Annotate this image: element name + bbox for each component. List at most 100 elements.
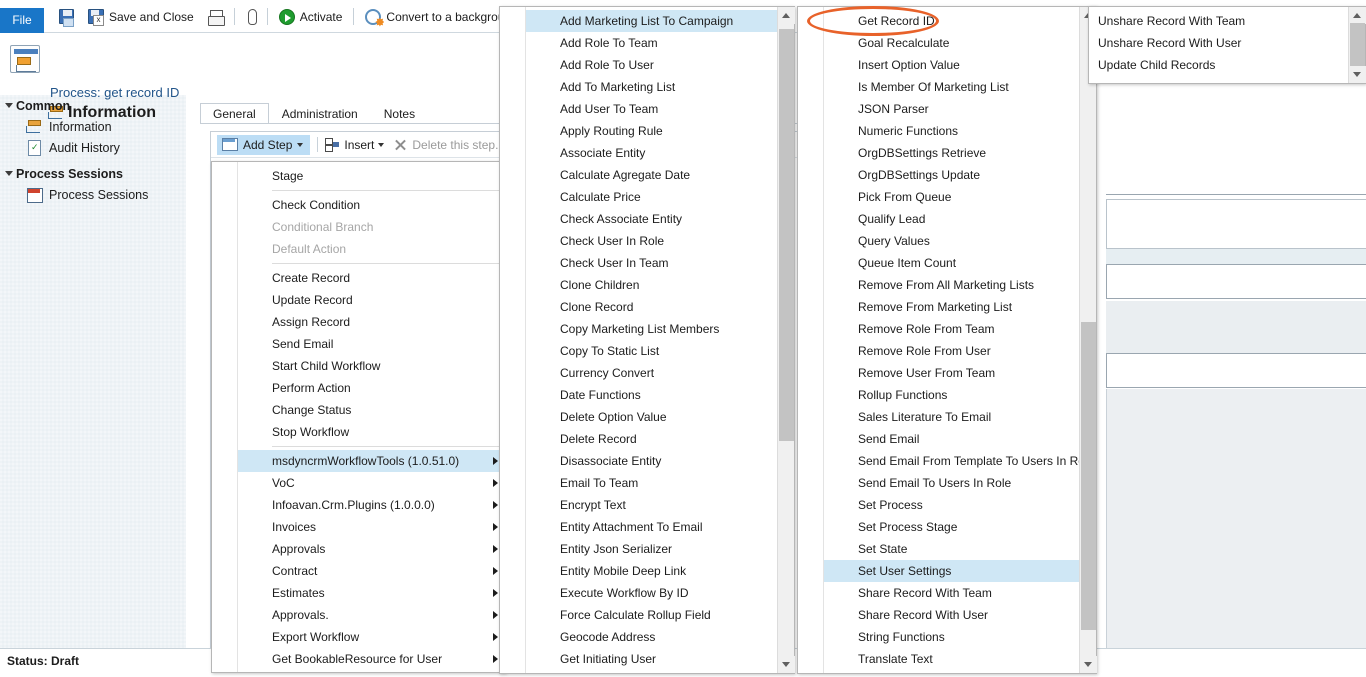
menu-item[interactable]: Currency Convert bbox=[526, 362, 779, 384]
workflow-tools-submenu-column-1[interactable]: Add Marketing List To Campaign Add Role T… bbox=[499, 6, 795, 674]
menu-item[interactable]: Create Record bbox=[238, 267, 507, 289]
menu-item[interactable]: Unshare Record With User bbox=[1089, 32, 1350, 54]
menu-item[interactable]: Apply Routing Rule bbox=[526, 120, 779, 142]
scroll-thumb[interactable] bbox=[1081, 322, 1096, 630]
menu-item[interactable]: Check User In Team bbox=[526, 252, 779, 274]
sidebar-item-process-sessions[interactable]: Process Sessions bbox=[0, 184, 186, 205]
menu-item[interactable]: Geocode Address bbox=[526, 626, 779, 648]
menu-item[interactable]: Set User Settings bbox=[824, 560, 1081, 582]
scroll-up-icon[interactable] bbox=[1349, 7, 1366, 24]
menu-item[interactable]: Add To Marketing List bbox=[526, 76, 779, 98]
menu-item[interactable]: Set State bbox=[824, 538, 1081, 560]
menu-item[interactable]: JSON Parser bbox=[824, 98, 1081, 120]
menu-item[interactable]: Numeric Functions bbox=[824, 120, 1081, 142]
menu-item[interactable]: Rollup Functions bbox=[824, 384, 1081, 406]
menu-item[interactable]: Goal Recalculate bbox=[824, 32, 1081, 54]
tab-general[interactable]: General bbox=[200, 103, 269, 124]
menu-item[interactable]: Approvals. bbox=[238, 604, 507, 626]
menu-item[interactable]: Invoices bbox=[238, 516, 507, 538]
scroll-thumb[interactable] bbox=[1350, 23, 1365, 67]
scroll-down-icon[interactable] bbox=[1349, 66, 1366, 83]
menu-item[interactable]: Clone Record bbox=[526, 296, 779, 318]
menu-item[interactable]: Get BookableResource for User bbox=[238, 648, 507, 670]
menu-item[interactable]: Execute Workflow By ID bbox=[526, 582, 779, 604]
print-button[interactable] bbox=[201, 0, 230, 33]
menu-item[interactable]: VoC bbox=[238, 472, 507, 494]
menu-item[interactable]: OrgDBSettings Update bbox=[824, 164, 1081, 186]
menu-item[interactable]: Check User In Role bbox=[526, 230, 779, 252]
menu-item[interactable]: Share Record With Team bbox=[824, 582, 1081, 604]
menu-item[interactable]: Contract bbox=[238, 560, 507, 582]
menu-item[interactable]: Encrypt Text bbox=[526, 494, 779, 516]
menu-item[interactable]: Perform Action bbox=[238, 377, 507, 399]
menu-item[interactable]: Infoavan.Crm.Plugins (1.0.0.0) bbox=[238, 494, 507, 516]
menu-item[interactable]: Start Child Workflow bbox=[238, 355, 507, 377]
menu-item[interactable]: Check Associate Entity bbox=[526, 208, 779, 230]
menu-item[interactable]: msdyncrmWorkflowTools (1.0.51.0) bbox=[238, 450, 507, 472]
menu-item[interactable]: Delete Option Value bbox=[526, 406, 779, 428]
scroll-thumb[interactable] bbox=[779, 29, 794, 441]
menu-item[interactable]: Translate Text bbox=[824, 648, 1081, 670]
menu-item[interactable]: Get Initiating User bbox=[526, 648, 779, 670]
menu-item[interactable]: Add Role To User bbox=[526, 54, 779, 76]
nav-group-process-sessions[interactable]: Process Sessions bbox=[0, 163, 186, 184]
delete-x-icon[interactable] bbox=[393, 138, 407, 152]
menu-item[interactable]: Send Email bbox=[824, 428, 1081, 450]
menu-item[interactable]: Conditional Branch bbox=[238, 216, 507, 238]
scroll-down-icon[interactable] bbox=[778, 656, 795, 673]
sidebar-item-information[interactable]: Information bbox=[0, 116, 186, 137]
add-step-button[interactable]: Add Step bbox=[217, 134, 311, 155]
menu-item[interactable]: Queue Item Count bbox=[824, 252, 1081, 274]
menu-item[interactable]: Send Email From Template To Users In Rol… bbox=[824, 450, 1081, 472]
menu-item[interactable]: Remove Role From User bbox=[824, 340, 1081, 362]
menu-item[interactable]: Copy To Static List bbox=[526, 340, 779, 362]
menu-item[interactable]: Send Email To Users In Role bbox=[824, 472, 1081, 494]
save-and-close-button[interactable]: Save and Close bbox=[81, 0, 201, 33]
menu-item[interactable]: Send Email bbox=[238, 333, 507, 355]
menu-item[interactable]: Approvals bbox=[238, 538, 507, 560]
menu-item[interactable]: Entity Mobile Deep Link bbox=[526, 560, 779, 582]
menu-item[interactable]: Email To Team bbox=[526, 472, 779, 494]
menu-item[interactable]: Delete Record bbox=[526, 428, 779, 450]
menu-item[interactable]: Force Calculate Rollup Field bbox=[526, 604, 779, 626]
menu-item[interactable]: Check Condition bbox=[238, 194, 507, 216]
menu3-scrollbar[interactable] bbox=[1079, 7, 1097, 673]
menu-item[interactable]: Update Record bbox=[238, 289, 507, 311]
menu-item[interactable]: Insert Option Value bbox=[824, 54, 1081, 76]
menu-item[interactable]: Entity Attachment To Email bbox=[526, 516, 779, 538]
menu-item[interactable]: Remove From Marketing List bbox=[824, 296, 1081, 318]
menu-item[interactable]: Default Action bbox=[238, 238, 507, 260]
file-tab[interactable]: File bbox=[0, 8, 44, 33]
menu-item[interactable]: Set Process Stage bbox=[824, 516, 1081, 538]
menu-item[interactable]: Share Record With User bbox=[824, 604, 1081, 626]
sidebar-item-audit-history[interactable]: Audit History bbox=[0, 137, 186, 158]
form-text-input-1[interactable] bbox=[1106, 264, 1366, 299]
tab-administration[interactable]: Administration bbox=[269, 103, 371, 124]
menu-item[interactable]: OrgDBSettings Retrieve bbox=[824, 142, 1081, 164]
menu-item[interactable]: Associate Entity bbox=[526, 142, 779, 164]
menu-item[interactable]: String Functions bbox=[824, 626, 1081, 648]
menu-item[interactable]: Is Member Of Marketing List bbox=[824, 76, 1081, 98]
menu-item[interactable]: Add Role To Team bbox=[526, 32, 779, 54]
menu-item[interactable]: Pick From Queue bbox=[824, 186, 1081, 208]
menu-item[interactable]: Remove User From Team bbox=[824, 362, 1081, 384]
menu-item[interactable]: Qualify Lead bbox=[824, 208, 1081, 230]
menu-item[interactable]: Query Values bbox=[824, 230, 1081, 252]
menu-item[interactable]: Estimates bbox=[238, 582, 507, 604]
menu-item[interactable]: Stage bbox=[238, 165, 507, 187]
scroll-down-icon[interactable] bbox=[1080, 656, 1097, 673]
save-button[interactable] bbox=[52, 0, 81, 33]
menu-item[interactable]: Add User To Team bbox=[526, 98, 779, 120]
menu-item[interactable]: Assign Record bbox=[238, 311, 507, 333]
form-text-input-2[interactable] bbox=[1106, 353, 1366, 388]
workflow-tools-submenu-column-3[interactable]: Unshare Record With Team Unshare Record W… bbox=[1088, 6, 1366, 84]
insert-button[interactable]: Insert bbox=[325, 138, 385, 152]
menu-item[interactable]: Unshare Record With Team bbox=[1089, 10, 1350, 32]
scroll-up-icon[interactable] bbox=[778, 7, 795, 24]
activate-button[interactable]: Activate bbox=[272, 0, 350, 33]
menu-item[interactable]: Remove Role From Team bbox=[824, 318, 1081, 340]
add-step-menu[interactable]: Stage Check Condition Conditional Branch De… bbox=[211, 161, 507, 673]
workflow-tools-submenu-column-2[interactable]: Get Record ID Goal Recalculate Insert Opti… bbox=[797, 6, 1097, 674]
menu-item[interactable]: Clone Children bbox=[526, 274, 779, 296]
menu-item[interactable]: Copy Marketing List Members bbox=[526, 318, 779, 340]
